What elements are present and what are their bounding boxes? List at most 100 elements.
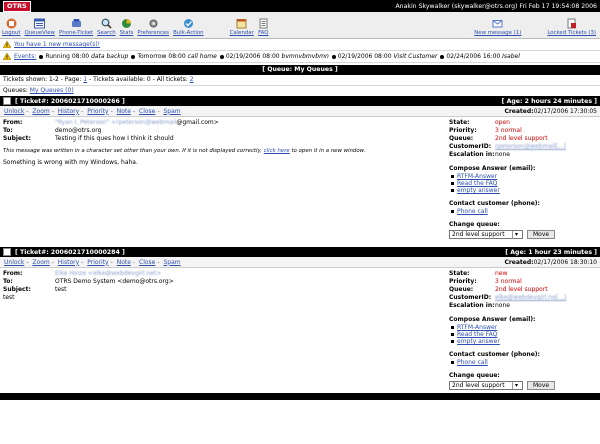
queueview-icon [34, 18, 46, 29]
ticket-age: [ Age: 2 hours 24 minutes ] [501, 97, 597, 105]
read-faq-link[interactable]: Read the FAQ [457, 331, 497, 338]
locked-tickets-button[interactable]: Locked Tickets (3) [547, 18, 596, 36]
faq-icon [258, 18, 269, 29]
ticket-header: [ Ticket#: 2006021710000284 ] [ Age: 1 h… [0, 247, 600, 257]
ticket-menu: Unlock - Zoom - History - Priority - Note - C… [0, 257, 600, 268]
event-item: Running 08:00 data backup [45, 53, 129, 60]
contact-customer-heading: Contact customer (phone): [449, 351, 540, 358]
history-link[interactable]: History [58, 259, 79, 266]
queues-row: Queues: My Queues (0) [3, 87, 74, 94]
customer-id-link[interactable]: rpeterson@webmail[...] [495, 143, 566, 151]
escalation-value: none [495, 151, 510, 158]
rtfm-answer-link[interactable]: RTFM-Answer [457, 324, 497, 331]
queueview-button[interactable]: QueueView [24, 18, 55, 36]
chevron-down-icon: ▾ [512, 382, 520, 389]
priority-value: 3 normal [495, 278, 522, 285]
preferences-button[interactable]: Preferences [137, 18, 169, 36]
event-item: 02/24/2006 16:00 Isabel [446, 53, 520, 60]
to-value: OTRS Demo System <demo@otrs.org> [55, 278, 174, 285]
state-value: open [495, 119, 510, 126]
event-item: 02/19/2006 08:00 bvmnvbmvbmn [225, 53, 329, 60]
user-info: Anakin Skywalker (skywalker@otrs.org) Fr… [395, 2, 597, 10]
stats-button[interactable]: Stats [120, 18, 133, 36]
priority-link[interactable]: Priority [87, 259, 108, 266]
logout-icon [6, 18, 17, 29]
priority-link[interactable]: Priority [87, 108, 108, 115]
new-message-link[interactable]: You have 1 new message(s)! [14, 41, 100, 48]
event-bullet [131, 54, 136, 59]
bottom-bar [0, 393, 600, 400]
rtfm-answer-link[interactable]: RTFM-Answer [457, 173, 497, 180]
ticket-checkbox[interactable] [3, 248, 11, 256]
ticket-body: From: Elke Hinze <elke@webdevgirl.net> To… [0, 268, 600, 392]
events-notice: Events: Running 08:00 data backup Tomorr… [0, 51, 600, 63]
chevron-down-icon: ▾ [512, 231, 520, 238]
calendar-button[interactable]: Calendar [230, 18, 254, 36]
top-bar: OTRS Anakin Skywalker (skywalker@otrs.or… [0, 0, 600, 12]
unlock-link[interactable]: Unlock [4, 259, 24, 266]
otrs-logo: OTRS [3, 0, 31, 12]
contact-customer-heading: Contact customer (phone): [449, 200, 540, 207]
change-queue-heading: Change queue: [449, 372, 500, 379]
message-body: test [3, 294, 15, 301]
customer-id-link[interactable]: elke@webdevgirl.ne[...] [495, 294, 566, 302]
calendar-icon [236, 18, 247, 29]
ticket-checkbox[interactable] [3, 97, 11, 105]
new-message-button[interactable]: New message (1) [474, 18, 521, 36]
queue-select[interactable]: 2nd level support ▾ [449, 230, 523, 239]
change-queue-heading: Change queue: [449, 221, 500, 228]
phone-icon [71, 18, 82, 29]
ticket-number: [ Ticket#: 2006021710000284 ] [15, 249, 125, 256]
close-link[interactable]: Close [139, 108, 155, 115]
phone-call-link[interactable]: Phone call [457, 208, 488, 215]
zoom-link[interactable]: Zoom [32, 259, 49, 266]
event-bullet [219, 54, 224, 59]
spam-link[interactable]: Spam [163, 108, 180, 115]
spam-link[interactable]: Spam [163, 259, 180, 266]
bulk-action-icon [183, 18, 194, 29]
ticket-stats: Tickets shown: 1-2 - Page: 1 - Tickets a… [0, 75, 600, 86]
phone-call-link[interactable]: Phone call [457, 359, 488, 366]
logout-button[interactable]: Logout [2, 18, 20, 36]
event-bullet [39, 54, 44, 59]
events-link[interactable]: Events: [14, 53, 36, 60]
warning-icon [3, 53, 11, 60]
all-tickets-link[interactable]: 2 [190, 76, 194, 83]
note-link[interactable]: Note [117, 108, 131, 115]
search-button[interactable]: Search [97, 18, 116, 36]
move-button[interactable]: Move [527, 381, 556, 390]
preferences-icon [148, 18, 159, 29]
my-queues-link[interactable]: My Queues (0) [30, 87, 74, 94]
page-link[interactable]: 1 [83, 76, 87, 83]
event-bullet [440, 54, 445, 59]
priority-value: 3 normal [495, 127, 522, 134]
move-button[interactable]: Move [527, 230, 556, 239]
ticket-created: Created:02/17/2006 17:30:05 [504, 107, 597, 115]
queue-value: 2nd level support [495, 286, 548, 293]
click-here-link[interactable]: click here [264, 148, 290, 154]
faq-button[interactable]: FAQ [258, 18, 269, 36]
note-link[interactable]: Note [117, 259, 131, 266]
event-item: 02/19/2006 08:00 Visit Customer [337, 53, 438, 60]
from-value: Elke Hinze <elke@webdevgirl.net> [55, 270, 162, 277]
ticket-header: [ Ticket#: 2006021710000266 ] [ Age: 2 h… [0, 96, 600, 106]
phone-ticket-button[interactable]: Phone-Ticket [59, 18, 93, 36]
event-bullet [331, 54, 336, 59]
state-value: new [495, 270, 508, 277]
ticket-menu: Unlock - Zoom - History - Priority - Note - C… [0, 106, 600, 117]
read-faq-link[interactable]: Read the FAQ [457, 180, 497, 187]
bulk-action-button[interactable]: Bulk-Action [173, 18, 204, 36]
ticket-number: [ Ticket#: 2006021710000266 ] [15, 98, 125, 105]
ticket-created: Created:02/17/2006 18:30:10 [504, 258, 597, 266]
unlock-link[interactable]: Unlock [4, 108, 24, 115]
close-link[interactable]: Close [139, 259, 155, 266]
zoom-link[interactable]: Zoom [32, 108, 49, 115]
history-link[interactable]: History [58, 108, 79, 115]
compose-answer-heading: Compose Answer (email): [449, 316, 536, 323]
stats-icon [121, 18, 132, 29]
subject-value: test [55, 286, 67, 293]
empty-answer-link[interactable]: empty answer [457, 338, 500, 345]
from-value: "Ryan I. Peterson" <rpeterson@webmail@gm… [55, 119, 219, 126]
empty-answer-link[interactable]: empty answer [457, 187, 500, 194]
queue-select[interactable]: 2nd level support ▾ [449, 381, 523, 390]
